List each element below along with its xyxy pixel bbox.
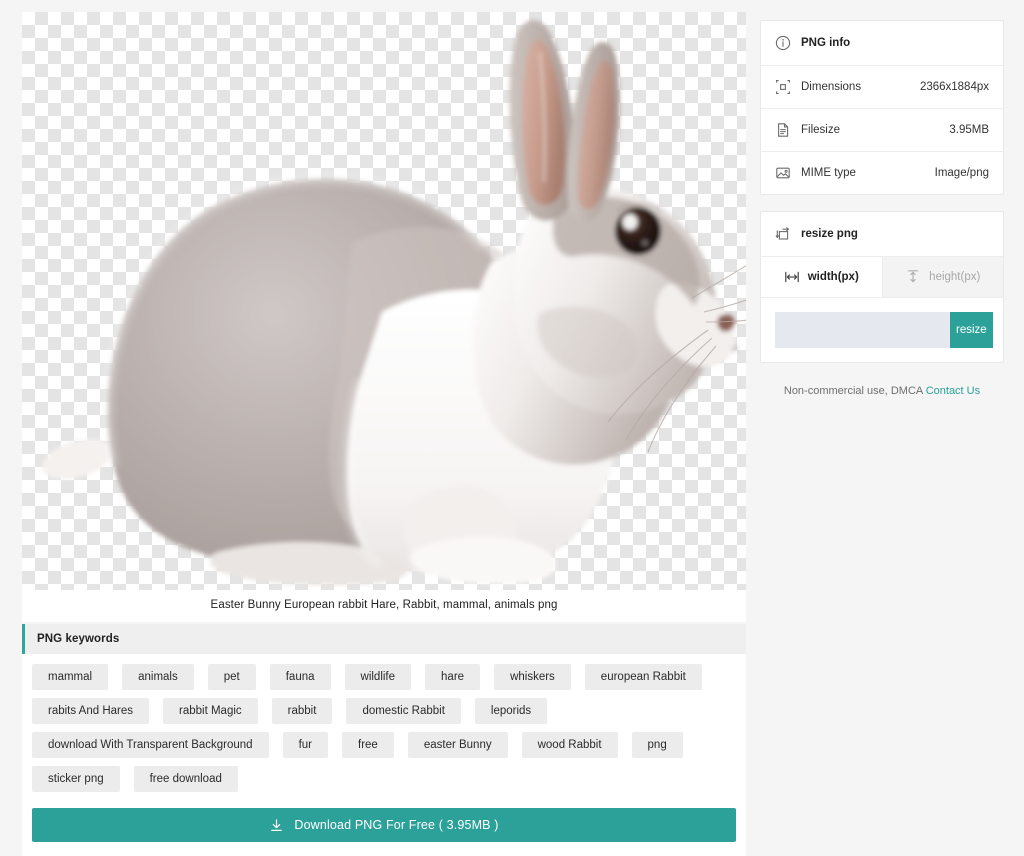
- keyword-tag[interactable]: easter Bunny: [407, 732, 508, 758]
- download-button-label: Download PNG For Free ( 3.95MB ): [294, 818, 499, 832]
- image-preview-stage[interactable]: [22, 12, 746, 590]
- keyword-tag[interactable]: free download: [133, 766, 238, 792]
- keyword-tag[interactable]: png: [631, 732, 683, 758]
- resize-icon: [775, 227, 789, 240]
- tab-height-label: height(px): [929, 271, 981, 283]
- resize-controls: resize: [761, 298, 1003, 362]
- keywords-header-label: PNG keywords: [37, 633, 120, 645]
- rabbit-photo: [42, 20, 746, 585]
- keyword-tag[interactable]: fur: [282, 732, 328, 758]
- info-label-mimetype: MIME type: [801, 167, 856, 179]
- keyword-tag[interactable]: free: [342, 732, 394, 758]
- info-value-filesize: 3.95MB: [949, 124, 989, 136]
- dimensions-icon: [776, 80, 790, 94]
- png-info-header: PNG info: [761, 21, 1003, 66]
- keyword-tag[interactable]: fauna: [269, 664, 331, 690]
- sidebar: PNG info Dimensions 2366x1884px Filesize…: [760, 20, 1004, 397]
- keyword-tag[interactable]: domestic Rabbit: [346, 698, 461, 724]
- main-column: Easter Bunny European rabbit Hare, Rabbi…: [22, 12, 746, 856]
- keyword-tag[interactable]: pet: [207, 664, 256, 690]
- keyword-tag[interactable]: whiskers: [494, 664, 571, 690]
- resize-panel: resize png width(px) height(px) resize: [760, 211, 1004, 363]
- keyword-tag[interactable]: rabbit Magic: [163, 698, 258, 724]
- resize-title: resize png: [801, 228, 858, 240]
- keyword-tag[interactable]: sticker png: [32, 766, 120, 792]
- keyword-tag[interactable]: wildlife: [344, 664, 412, 690]
- info-row-mimetype: MIME type Image/png: [761, 152, 1003, 194]
- png-info-title: PNG info: [801, 37, 851, 49]
- tab-height[interactable]: height(px): [881, 257, 1003, 297]
- file-icon: [778, 123, 789, 137]
- footer-text: Non-commercial use, DMCA: [783, 385, 926, 397]
- info-row-filesize: Filesize 3.95MB: [761, 109, 1003, 152]
- resize-header: resize png: [761, 212, 1003, 257]
- keyword-tag[interactable]: rabbit: [271, 698, 333, 724]
- keywords-list: mammal animals pet fauna wildlife hare whisker…: [22, 654, 746, 798]
- keyword-tag[interactable]: animals: [122, 664, 194, 690]
- image-caption: Easter Bunny European rabbit Hare, Rabbi…: [22, 590, 746, 622]
- keywords-header: PNG keywords: [22, 624, 746, 654]
- resize-submit-button[interactable]: resize: [950, 312, 993, 348]
- image-icon: [776, 167, 790, 179]
- info-label-filesize: Filesize: [801, 124, 840, 136]
- info-value-dimensions: 2366x1884px: [919, 81, 989, 93]
- vertical-arrow-icon: [907, 270, 919, 283]
- resize-tabs: width(px) height(px): [761, 257, 1003, 298]
- tab-width-label: width(px): [807, 271, 859, 283]
- keyword-tag[interactable]: rabits And Hares: [32, 698, 150, 724]
- download-png-button[interactable]: Download PNG For Free ( 3.95MB ): [32, 808, 736, 842]
- info-value-mimetype: Image/png: [934, 167, 989, 179]
- info-circle-icon: [775, 35, 791, 51]
- resize-value-input[interactable]: [775, 312, 950, 348]
- keyword-tag[interactable]: leporids: [474, 698, 548, 724]
- png-info-panel: PNG info Dimensions 2366x1884px Filesize…: [760, 20, 1004, 195]
- keyword-tag[interactable]: mammal: [32, 664, 109, 690]
- info-label-dimensions: Dimensions: [801, 81, 862, 93]
- page-root: Easter Bunny European rabbit Hare, Rabbi…: [0, 0, 1024, 856]
- keyword-tag[interactable]: download With Transparent Background: [32, 732, 269, 758]
- keyword-tag[interactable]: wood Rabbit: [521, 732, 618, 758]
- footer-note: Non-commercial use, DMCA Contact Us: [760, 385, 1004, 397]
- horizontal-arrow-icon: [784, 271, 799, 283]
- info-row-dimensions: Dimensions 2366x1884px: [761, 66, 1003, 109]
- preview-card: Easter Bunny European rabbit Hare, Rabbi…: [22, 12, 746, 622]
- download-section: Download PNG For Free ( 3.95MB ): [22, 800, 746, 856]
- tab-width[interactable]: width(px): [761, 257, 882, 297]
- contact-us-link[interactable]: Contact Us: [926, 385, 980, 397]
- keyword-tag[interactable]: european Rabbit: [584, 664, 702, 690]
- keyword-tag[interactable]: hare: [425, 664, 481, 690]
- keywords-card: PNG keywords mammal animals pet fauna wildli…: [22, 624, 746, 800]
- download-icon: [271, 818, 283, 831]
